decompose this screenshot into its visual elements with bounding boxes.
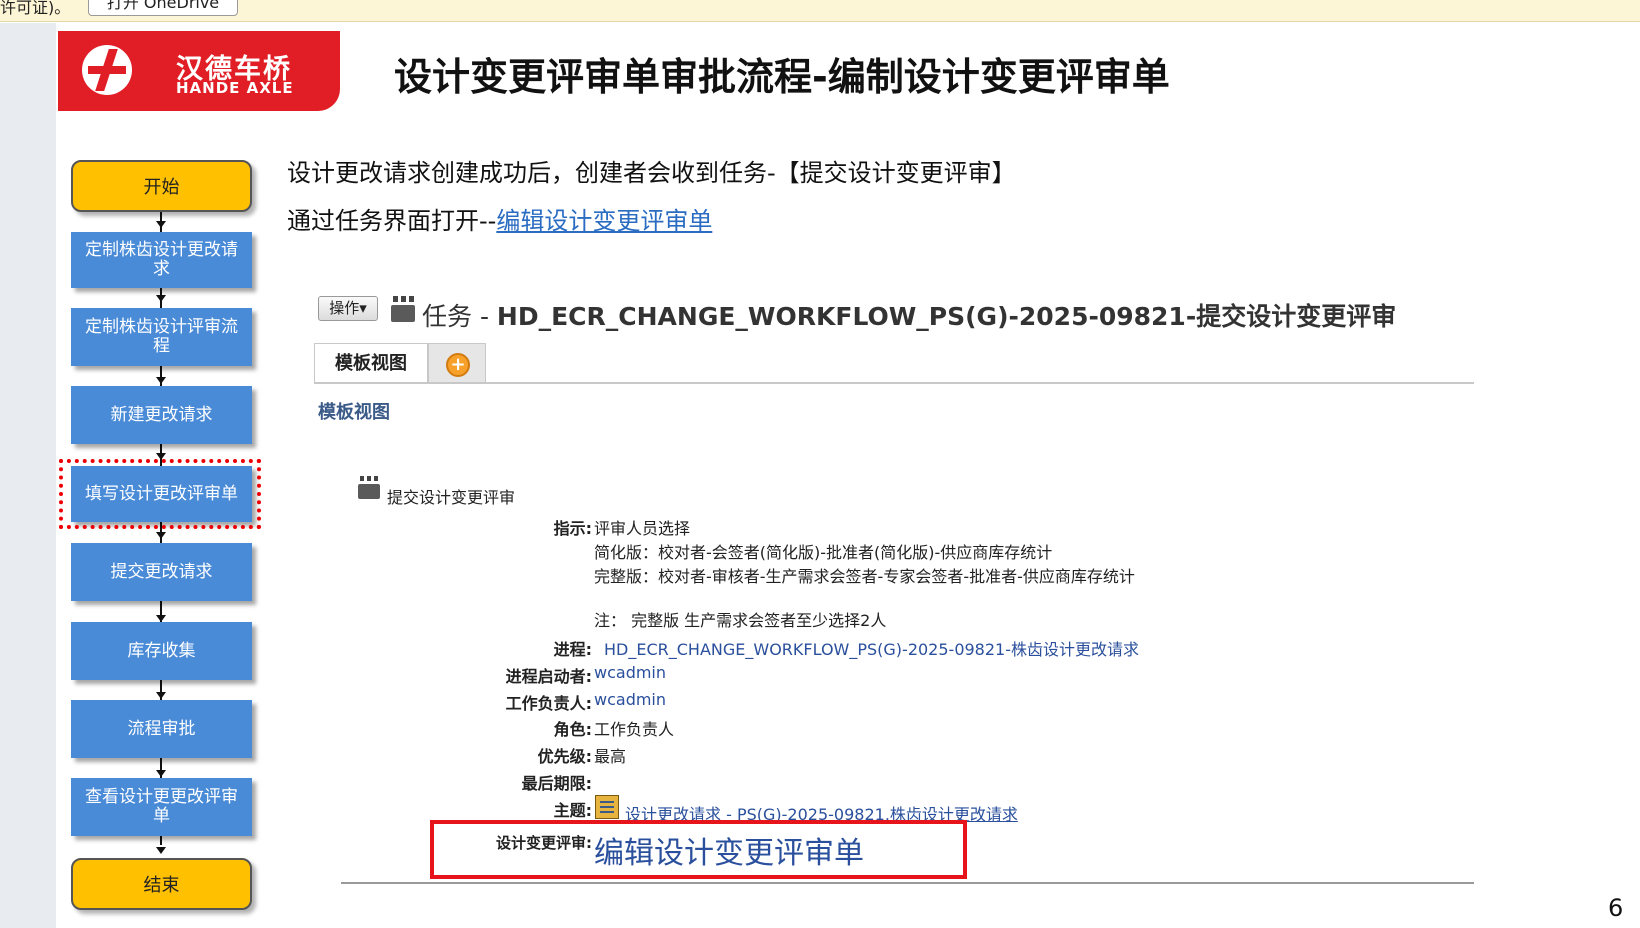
subtask-title: 提交设计变更评审 bbox=[387, 488, 516, 507]
owner-label: 工作负责人: bbox=[505, 694, 592, 713]
subtask-icon bbox=[358, 476, 380, 500]
actions-menu-button[interactable]: 操作▾ bbox=[318, 296, 378, 321]
bottom-divider bbox=[341, 882, 1474, 884]
logo-mark-icon bbox=[82, 45, 132, 95]
task-title: 任务 - HD_ECR_CHANGE_WORKFLOW_PS(G)-2025-0… bbox=[422, 297, 1396, 333]
highlight-red-frame bbox=[430, 820, 967, 879]
task-title-name: HD_ECR_CHANGE_WORKFLOW_PS(G)-2025-09821-… bbox=[496, 302, 1397, 331]
role-value: 工作负责人 bbox=[594, 720, 675, 739]
tab-template-view[interactable]: 模板视图 bbox=[314, 343, 428, 383]
subject-label: 主题: bbox=[553, 801, 592, 820]
initiator-value[interactable]: wcadmin bbox=[594, 663, 666, 682]
instruction-label: 指示: bbox=[553, 519, 592, 538]
flow-step-1: 定制株齿设计更改请求 bbox=[71, 232, 252, 288]
logo-english-name: HANDE AXLE bbox=[176, 79, 294, 97]
instruction-simplified: 简化版：校对者-会签者(简化版)-批准者(简化版)-供应商库存统计 bbox=[594, 543, 1053, 562]
task-icon bbox=[391, 296, 415, 324]
left-gutter bbox=[0, 23, 56, 928]
flow-arrow bbox=[156, 692, 166, 699]
flow-arrow bbox=[156, 532, 166, 539]
open-onedrive-button[interactable]: 打开 OneDrive bbox=[88, 0, 238, 16]
highlight-dotted-frame bbox=[59, 459, 261, 529]
tab-add[interactable]: + bbox=[428, 343, 486, 383]
flow-start: 开始 bbox=[71, 160, 252, 212]
add-tab-icon: + bbox=[446, 353, 470, 377]
change-request-icon bbox=[595, 795, 619, 819]
page-number: 6 bbox=[1608, 894, 1624, 922]
flow-arrow bbox=[156, 770, 166, 777]
task-title-prefix: 任务 - bbox=[422, 302, 497, 331]
intro-edit-review-link[interactable]: 编辑设计变更评审单 bbox=[496, 207, 712, 235]
slide-title: 设计变更评审单审批流程-编制设计变更评审单 bbox=[394, 55, 1170, 99]
flow-step-8: 查看设计更更改评审单 bbox=[71, 778, 252, 836]
instruction-complete: 完整版：校对者-审核者-生产需求会签者-专家会签者-批准者-供应商库存统计 bbox=[594, 567, 1135, 586]
flow-arrow bbox=[156, 295, 166, 302]
role-label: 角色: bbox=[553, 720, 592, 739]
tab-divider bbox=[314, 382, 1474, 384]
flow-arrow bbox=[156, 847, 166, 854]
notification-text: 许可证)。 bbox=[0, 0, 71, 17]
owner-value[interactable]: wcadmin bbox=[594, 690, 666, 709]
brand-logo: 汉德车桥 HANDE AXLE bbox=[58, 31, 340, 111]
flow-end: 结束 bbox=[71, 858, 252, 910]
flow-arrow bbox=[156, 615, 166, 622]
deadline-label: 最后期限: bbox=[521, 774, 592, 793]
priority-label: 优先级: bbox=[537, 747, 592, 766]
intro-line-2-prefix: 通过任务界面打开-- bbox=[287, 207, 497, 235]
section-template-view: 模板视图 bbox=[318, 402, 390, 423]
flow-step-7: 流程审批 bbox=[71, 700, 252, 758]
priority-value: 最高 bbox=[594, 747, 627, 766]
process-link[interactable]: HD_ECR_CHANGE_WORKFLOW_PS(G)-2025-09821-… bbox=[604, 636, 1139, 660]
instruction-value: 评审人员选择 bbox=[594, 519, 691, 538]
flow-step-6: 库存收集 bbox=[71, 622, 252, 680]
instruction-note: 注： 完整版 生产需求会签者至少选择2人 bbox=[594, 611, 887, 630]
notification-bar: 许可证)。 打开 OneDrive bbox=[0, 0, 1640, 22]
intro-line-2: 通过任务界面打开--编辑设计变更评审单 bbox=[287, 201, 712, 236]
flow-arrow bbox=[156, 221, 166, 228]
initiator-label: 进程启动者: bbox=[505, 667, 592, 686]
process-label: 进程: bbox=[553, 640, 592, 659]
flow-step-5: 提交更改请求 bbox=[71, 543, 252, 601]
intro-line-1: 设计更改请求创建成功后，创建者会收到任务-【提交设计变更评审】 bbox=[287, 159, 1016, 187]
flow-step-2: 定制株齿设计评审流程 bbox=[71, 308, 252, 366]
flow-step-3: 新建更改请求 bbox=[71, 386, 252, 444]
flow-arrow bbox=[156, 377, 166, 384]
